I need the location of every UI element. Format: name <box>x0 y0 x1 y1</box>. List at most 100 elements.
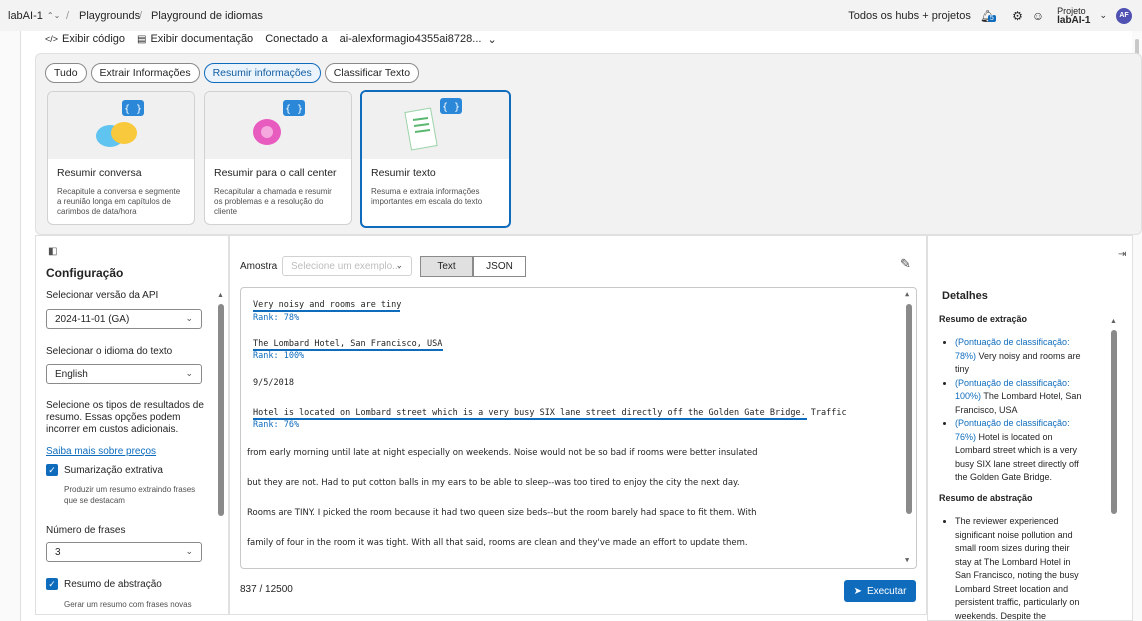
playground-toolbar: </> Exibir código ▤ Exibir documentação … <box>35 31 1129 47</box>
card-illustration: { } <box>48 92 194 159</box>
avatar[interactable]: AF <box>1116 7 1132 24</box>
api-version-label: Selecionar versão da API <box>46 290 159 301</box>
card-summarize-call-center[interactable]: { } Resumir para o call center Recapitul… <box>204 91 352 225</box>
send-icon: ➤ <box>853 585 862 597</box>
details-title: Detalhes <box>942 290 988 302</box>
filter-extract[interactable]: Extrair Informações <box>90 63 200 83</box>
project-name: labAI-1 <box>8 9 43 22</box>
pricing-link[interactable]: Saiba mais sobre preços <box>46 446 156 457</box>
text-line: The Lombard Hotel, San Francisco, USA <box>253 339 443 349</box>
run-button[interactable]: ➤ Executar <box>844 580 916 602</box>
rank-label: Rank: 76% <box>253 420 300 430</box>
details-scrollbar[interactable]: ▲ <box>1110 318 1118 618</box>
svg-text:{ }: { } <box>285 104 303 115</box>
chevron-down-icon: ⌄ <box>185 546 193 556</box>
show-docs-label: Exibir documentação <box>150 33 254 45</box>
filter-classify[interactable]: Classificar Texto <box>324 63 420 83</box>
resource-name: ai-alexformagio4355ai8728... <box>339 32 482 45</box>
edit-pencil-icon[interactable]: ✎ <box>900 256 911 272</box>
project-switcher[interactable]: labAI-1 ⌃⌄ <box>8 10 60 22</box>
chevron-down-icon: ⌄ <box>185 368 193 378</box>
top-bar: labAI-1 ⌃⌄ / Playgrounds / Playground de… <box>0 0 1142 31</box>
breadcrumb-playgrounds[interactable]: Playgrounds <box>79 10 140 22</box>
svg-text:{ }: { } <box>442 102 460 113</box>
notification-badge: 5 <box>987 14 996 22</box>
card-title: Resumir texto <box>371 167 436 179</box>
tab-json[interactable]: JSON <box>473 256 526 277</box>
scroll-thumb[interactable] <box>1111 330 1117 514</box>
filter-pills: Tudo Extrair Informações Resumir informa… <box>45 63 420 83</box>
show-docs-button[interactable]: ▤ Exibir documentação <box>137 33 253 45</box>
sample-gallery: Tudo Extrair Informações Resumir informa… <box>35 53 1142 235</box>
config-scrollbar[interactable]: ▲ <box>217 292 225 614</box>
list-item: (Pontuação de classificação: 76%) Hotel … <box>955 417 1085 485</box>
scroll-down-icon[interactable]: ▼ <box>905 556 909 564</box>
document-icon: ▤ <box>137 33 147 45</box>
all-hubs-link[interactable]: Todos os hubs + projetos <box>848 10 971 22</box>
card-title: Resumir para o call center <box>214 167 337 179</box>
smiley-icon[interactable]: ☺ <box>1032 9 1044 23</box>
filter-summarize[interactable]: Resumir informações <box>203 63 321 83</box>
scroll-up-icon[interactable]: ▲ <box>1110 318 1117 325</box>
sentences-label: Número de frases <box>46 525 126 536</box>
api-version-select[interactable]: 2024-11-01 (GA) ⌄ <box>46 309 202 329</box>
text-line: 9/5/2018 <box>253 378 294 388</box>
scroll-thumb[interactable] <box>218 304 224 516</box>
card-illustration: { } <box>205 92 351 159</box>
document-icon: { } <box>404 98 462 151</box>
abstraction-summary-title: Resumo de abstração <box>939 493 1033 503</box>
card-summarize-text[interactable]: { } Resumir texto Resuma e extraia infor… <box>360 90 511 228</box>
language-value: English <box>55 368 88 380</box>
extractive-label: Sumarização extrativa <box>64 465 163 476</box>
abstractive-checkbox[interactable]: ✓ <box>46 578 58 590</box>
resource-selector[interactable]: ai-alexformagio4355ai8728... ⌄ <box>340 33 497 46</box>
chevron-down-icon[interactable]: ⌄ <box>1099 10 1107 21</box>
scroll-thumb[interactable] <box>906 304 912 514</box>
config-title: Configuração <box>46 266 124 280</box>
highlight-underline <box>253 310 400 312</box>
scroll-up-icon[interactable]: ▲ <box>905 290 909 298</box>
tab-text-label: Text <box>437 261 456 272</box>
language-select[interactable]: English ⌄ <box>46 364 202 384</box>
connected-label: Conectado a <box>265 33 328 45</box>
panel-collapse-icon[interactable]: ◧ <box>48 246 57 257</box>
text-scrollbar[interactable]: ▲ ▼ <box>905 290 913 566</box>
panel-expand-icon[interactable]: ⇥ <box>1118 249 1126 260</box>
tab-text[interactable]: Text <box>420 256 473 277</box>
filter-all[interactable]: Tudo <box>45 63 87 83</box>
character-count: 837 / 12500 <box>240 584 293 595</box>
api-version-value: 2024-11-01 (GA) <box>55 313 130 325</box>
breadcrumb-separator: / <box>66 9 70 22</box>
extractive-description: Produzir um resumo extraindo frases que … <box>64 485 196 505</box>
extraction-summary-title: Resumo de extração <box>939 314 1028 324</box>
text-input-area[interactable]: Very noisy and rooms are tiny Rank: 78% … <box>240 287 917 569</box>
list-item: (Pontuação de classificação: 100%) The L… <box>955 377 1085 418</box>
language-label: Selecionar o idioma do texto <box>46 346 173 357</box>
gear-icon[interactable]: ⚙ <box>1012 9 1023 23</box>
card-title: Resumir conversa <box>57 167 142 179</box>
svg-text:{ }: { } <box>124 104 142 115</box>
sentences-select[interactable]: 3 ⌄ <box>46 542 202 562</box>
project-menu[interactable]: Projeto labAI-1 <box>1057 6 1090 26</box>
sample-label: Amostra <box>240 261 278 272</box>
show-code-button[interactable]: </> Exibir código <box>45 33 125 45</box>
highlight-underline <box>253 418 807 420</box>
chevron-down-icon: ⌄ <box>395 260 403 270</box>
card-description: Recapitule a conversa e segmente a reuni… <box>57 187 181 216</box>
card-summarize-conversation[interactable]: { } Resumir conversa Recapitule a conver… <box>47 91 195 225</box>
abstraction-list: The reviewer experienced significant noi… <box>955 515 1085 620</box>
summary-types-description: Selecione os tipos de resultados de resu… <box>46 400 204 435</box>
breadcrumb-language-playground: Playground de idiomas <box>151 9 263 22</box>
text-line: but they are not. Had to put cotton ball… <box>247 478 740 488</box>
sample-select[interactable]: Selecione um exemplo... ⌄ <box>282 256 412 276</box>
text-continuation: Traffic <box>805 408 847 418</box>
scroll-up-icon[interactable]: ▲ <box>217 292 224 299</box>
show-code-label: Exibir código <box>62 33 125 45</box>
extractive-checkbox[interactable]: ✓ <box>46 464 58 476</box>
bell-icon[interactable]: 🔔︎ 5 <box>980 9 996 23</box>
card-illustration: { } <box>362 92 509 159</box>
list-item: (Pontuação de classificação: 78%) Very n… <box>955 336 1085 377</box>
left-nav-strip <box>0 31 20 621</box>
abstractive-description: Gerar um resumo com frases novas <box>64 600 192 609</box>
abstractive-label: Resumo de abstração <box>64 579 162 590</box>
